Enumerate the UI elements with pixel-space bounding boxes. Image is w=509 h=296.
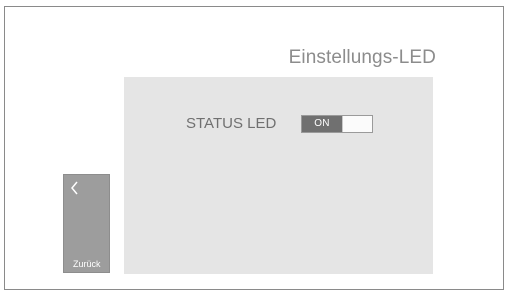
toggle-knob [342,116,372,132]
status-led-label: STATUS LED [186,115,277,132]
chevron-left-icon [70,181,80,195]
toggle-on-label: ON [302,116,342,132]
back-label: Zurück [73,259,101,269]
status-led-setting-row: STATUS LED ON [124,113,433,135]
settings-panel: STATUS LED ON [124,77,433,274]
settings-screen: Einstellungs-LED STATUS LED ON Zurück [0,0,509,296]
back-button[interactable]: Zurück [63,174,110,273]
page-title: Einstellungs-LED [288,47,436,68]
status-led-toggle[interactable]: ON [301,115,373,133]
